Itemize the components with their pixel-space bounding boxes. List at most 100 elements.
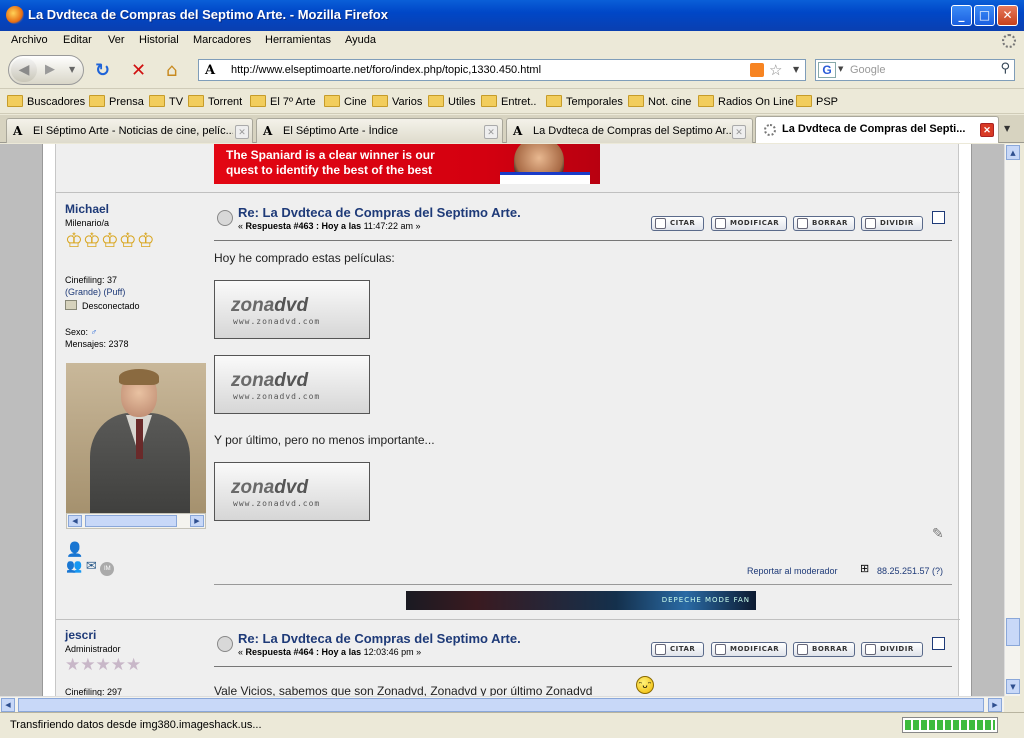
menu-marcadores[interactable]: Marcadores	[193, 34, 251, 46]
bookmark-star-icon[interactable]: ☆	[769, 61, 782, 79]
tab-dvdteca-1[interactable]: A La Dvdteca de Compras del Septimo Ar..…	[506, 118, 753, 143]
tab-close-icon[interactable]: ✕	[732, 125, 746, 139]
url-dropdown-icon[interactable]: ▼	[793, 65, 799, 74]
buddy-icon[interactable]: 👥	[66, 558, 82, 573]
quote-button[interactable]: CITAR	[651, 642, 704, 657]
tab-list-dropdown-icon[interactable]: ▼	[1004, 124, 1010, 133]
bookmark-folder[interactable]: Entret..	[481, 95, 536, 108]
user-actions-icons[interactable]: 👥 ✉ IM	[66, 558, 115, 576]
back-button[interactable]: ◀	[11, 58, 37, 82]
search-placeholder[interactable]: Google	[850, 64, 885, 76]
karma-links[interactable]: (Grande) (Puff)	[65, 287, 125, 297]
bookmark-folder[interactable]: TV	[149, 95, 183, 108]
zonadvd-image[interactable]: zonadvd www.zonadvd.com	[214, 462, 370, 521]
post-divider	[56, 619, 960, 620]
menu-historial[interactable]: Historial	[139, 34, 179, 46]
page-horizontal-scrollbar[interactable]: ◀ ▶	[0, 696, 1004, 712]
modify-button[interactable]: MODIFICAR	[711, 216, 787, 231]
folder-icon	[796, 95, 812, 107]
avatar-scrollbar[interactable]: ◀ ▶	[66, 513, 206, 529]
menu-ayuda[interactable]: Ayuda	[345, 34, 376, 46]
quote-button[interactable]: CITAR	[651, 216, 704, 231]
folder-icon	[372, 95, 388, 107]
tab-noticias[interactable]: A El Séptimo Arte - Noticias de cine, pe…	[6, 118, 253, 143]
vertical-scroll-thumb[interactable]	[1006, 618, 1020, 646]
home-icon[interactable]: ⌂	[166, 62, 177, 80]
bookmark-folder[interactable]: El 7º Arte	[250, 95, 316, 108]
poster-role: Administrador	[65, 644, 121, 654]
site-favicon-icon: A	[13, 124, 23, 138]
folder-icon	[250, 95, 266, 107]
scroll-right-icon[interactable]: ▶	[988, 698, 1002, 712]
zonadvd-image[interactable]: zonadvd www.zonadvd.com	[214, 355, 370, 414]
scroll-down-icon[interactable]: ▼	[1006, 679, 1020, 694]
forward-button[interactable]: ▶	[45, 62, 55, 77]
url-bar[interactable]: A http://www.elseptimoarte.net/foro/inde…	[198, 59, 806, 81]
signature-banner[interactable]: DEPECHE MODE FAN	[406, 591, 756, 610]
history-dropdown-icon[interactable]: ▼	[69, 65, 75, 74]
split-button[interactable]: DIVIDIR	[861, 216, 923, 231]
scroll-left-icon[interactable]: ◀	[1, 698, 15, 712]
im-icon[interactable]: IM	[100, 562, 115, 576]
post-title[interactable]: Re: La Dvdteca de Compras del Septimo Ar…	[238, 205, 521, 220]
page-vertical-scrollbar[interactable]: ▲ ▼	[1004, 144, 1020, 696]
tab-strip: A El Séptimo Arte - Noticias de cine, pe…	[0, 115, 1024, 143]
tab-indice[interactable]: A El Séptimo Arte - Índice ✕	[256, 118, 503, 143]
tab-close-icon[interactable]: ✕	[235, 125, 249, 139]
bookmark-folder[interactable]: Utiles	[428, 95, 476, 108]
scroll-thumb[interactable]	[85, 515, 177, 527]
rss-feed-icon[interactable]	[750, 63, 764, 77]
stop-icon[interactable]: ✕	[131, 62, 146, 80]
cinefiling: Cinefiling: 297	[65, 687, 123, 696]
ip-address[interactable]: 88.25.251.57 (?)	[877, 566, 943, 576]
ad-banner[interactable]: The Spaniard is a clear winner is our qu…	[214, 144, 600, 184]
report-moderator-link[interactable]: Reportar al moderador	[747, 566, 838, 576]
email-icon[interactable]: ✉	[86, 558, 97, 573]
zonadvd-image[interactable]: zonadvd www.zonadvd.com	[214, 280, 370, 339]
search-engine-icon[interactable]: G	[818, 62, 836, 78]
tab-close-icon[interactable]: ✕	[980, 123, 994, 137]
reload-icon[interactable]: ↻	[95, 62, 110, 80]
minimize-button[interactable]: _	[951, 5, 972, 26]
scroll-up-icon[interactable]: ▲	[1006, 145, 1020, 160]
horizontal-scroll-thumb[interactable]	[18, 698, 984, 712]
select-post-checkbox[interactable]	[932, 211, 945, 224]
quick-quote-icon[interactable]: ✎	[932, 525, 944, 542]
profile-icon[interactable]: 👤	[66, 541, 83, 558]
maximize-button[interactable]: □	[974, 5, 995, 26]
bookmark-folder[interactable]: Prensa	[89, 95, 144, 108]
delete-button[interactable]: BORRAR	[793, 216, 855, 231]
bookmark-folder[interactable]: Buscadores	[7, 95, 85, 108]
window-title: La Dvdteca de Compras del Septimo Arte. …	[28, 7, 388, 22]
loading-throbber-icon	[1002, 34, 1016, 48]
folder-icon	[89, 95, 105, 107]
search-icon[interactable]: ⚲	[1000, 61, 1010, 76]
tab-dvdteca-active[interactable]: La Dvdteca de Compras del Septi... ✕	[755, 116, 999, 143]
split-button[interactable]: DIVIDIR	[861, 642, 923, 657]
bookmark-folder[interactable]: Cine	[324, 95, 367, 108]
select-post-checkbox[interactable]	[932, 637, 945, 650]
url-text[interactable]: http://www.elseptimoarte.net/foro/index.…	[231, 64, 541, 76]
poster-name[interactable]: jescri	[65, 628, 96, 642]
post-title[interactable]: Re: La Dvdteca de Compras del Septimo Ar…	[238, 631, 521, 646]
scroll-left-icon[interactable]: ◀	[68, 515, 82, 527]
delete-button[interactable]: BORRAR	[793, 642, 855, 657]
bookmark-folder[interactable]: PSP	[796, 95, 838, 108]
search-engine-dropdown-icon[interactable]: ▼	[838, 65, 843, 73]
bookmark-folder[interactable]: Varios	[372, 95, 422, 108]
bookmark-folder[interactable]: Torrent	[188, 95, 242, 108]
search-box[interactable]: G ▼ Google ⚲	[815, 59, 1015, 81]
menu-editar[interactable]: Editar	[63, 34, 92, 46]
menu-herramientas[interactable]: Herramientas	[265, 34, 331, 46]
rank-stars-icon: ★★★★★	[65, 655, 142, 675]
menu-archivo[interactable]: Archivo	[11, 34, 48, 46]
menu-ver[interactable]: Ver	[108, 34, 125, 46]
close-window-button[interactable]: ✕	[997, 5, 1018, 26]
tab-close-icon[interactable]: ✕	[484, 125, 498, 139]
modify-button[interactable]: MODIFICAR	[711, 642, 787, 657]
bookmark-folder[interactable]: Not. cine	[628, 95, 691, 108]
bookmark-folder[interactable]: Radios On Line	[698, 95, 794, 108]
bookmark-folder[interactable]: Temporales	[546, 95, 623, 108]
poster-name[interactable]: Michael	[65, 202, 109, 216]
scroll-right-icon[interactable]: ▶	[190, 515, 204, 527]
